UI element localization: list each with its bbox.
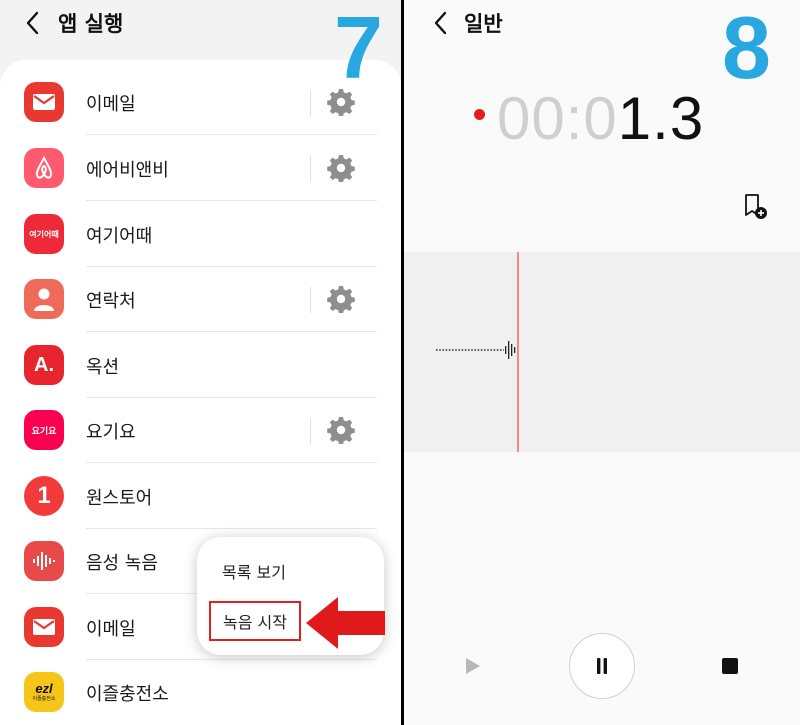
icon-text: ezl [35,681,53,696]
menu-item-view-list[interactable]: 목록 보기 [222,559,286,583]
app-label: 옥션 [86,357,120,378]
gear-icon[interactable] [327,416,355,444]
step-number: 7 [334,0,383,97]
app-label: 이메일 [86,94,136,115]
play-icon[interactable] [462,652,484,680]
menu-item-start-recording[interactable]: 녹음 시작 [209,601,301,641]
app-label: 이즐충전소 [86,684,169,705]
stop-icon[interactable] [722,658,738,674]
app-row-yogiyo[interactable]: 요기요 요기요 [0,398,401,463]
page-title: 앱 실행 [58,12,124,36]
page-title: 일반 [464,12,503,36]
divider [310,90,311,116]
divider [86,331,377,332]
app-label: 이메일 [86,619,136,640]
icon-subtext: 이즐충전소 [32,696,56,702]
onestore-icon: 1 [24,476,64,516]
voice-recorder-screen: 일반 8 00:01.3 [404,0,800,725]
divider [310,287,311,313]
gear-icon[interactable] [327,285,355,313]
divider [310,156,311,182]
app-label: 여기어때 [86,226,153,247]
waveform-icon [436,341,519,359]
app-label: 원스토어 [86,488,153,509]
divider [86,462,377,463]
auction-icon: A. [24,345,64,385]
app-row-yeogi[interactable]: 여기어때 여기어때 [0,202,401,267]
chevron-left-icon[interactable] [22,10,44,36]
ezl-icon: ezl 이즐충전소 [24,672,64,712]
app-launch-screen: 앱 실행 이메일 에어비앤비 여기어때 여기어때 연락처 A. 옥션 요기요 요… [0,0,401,725]
app-label: 요기요 [86,422,136,443]
app-label: 연락처 [86,291,136,312]
app-row-contacts[interactable]: 연락처 [0,267,401,332]
divider [86,200,377,201]
icon-text: A. [34,353,54,376]
yeogi-icon: 여기어때 [24,214,64,254]
add-bookmark-icon[interactable] [743,193,769,221]
divider [86,134,377,135]
email-icon [24,82,64,122]
voice-recorder-icon [24,541,64,581]
gear-icon[interactable] [327,154,355,182]
app-row-auction[interactable]: A. 옥션 [0,333,401,398]
pause-icon [597,658,607,674]
recording-timer: 00:01.3 [497,84,704,153]
contacts-icon [24,279,64,319]
divider [310,418,311,444]
app-label: 음성 녹음 [86,553,158,574]
icon-text: 요기요 [31,426,57,437]
chevron-left-icon[interactable] [430,10,452,36]
icon-text: 1 [37,482,51,509]
app-row-airbnb[interactable]: 에어비앤비 [0,136,401,201]
airbnb-icon [24,148,64,188]
app-row-onestore[interactable]: 1 원스토어 [0,464,401,529]
timer-dim-digits: 00:0 [497,85,618,152]
yogiyo-icon: 요기요 [24,410,64,450]
app-label: 에어비앤비 [86,160,169,181]
pause-button[interactable] [569,633,635,699]
timer-live-digits: 1.3 [617,85,705,152]
app-row-ezl[interactable]: ezl 이즐충전소 이즐충전소 [0,660,401,725]
icon-text: 여기어때 [29,229,59,239]
recording-dot-icon [474,109,485,120]
playhead-line [517,252,519,452]
email-icon [24,607,64,647]
pointer-arrow-icon [306,597,385,649]
step-number: 8 [722,0,771,97]
